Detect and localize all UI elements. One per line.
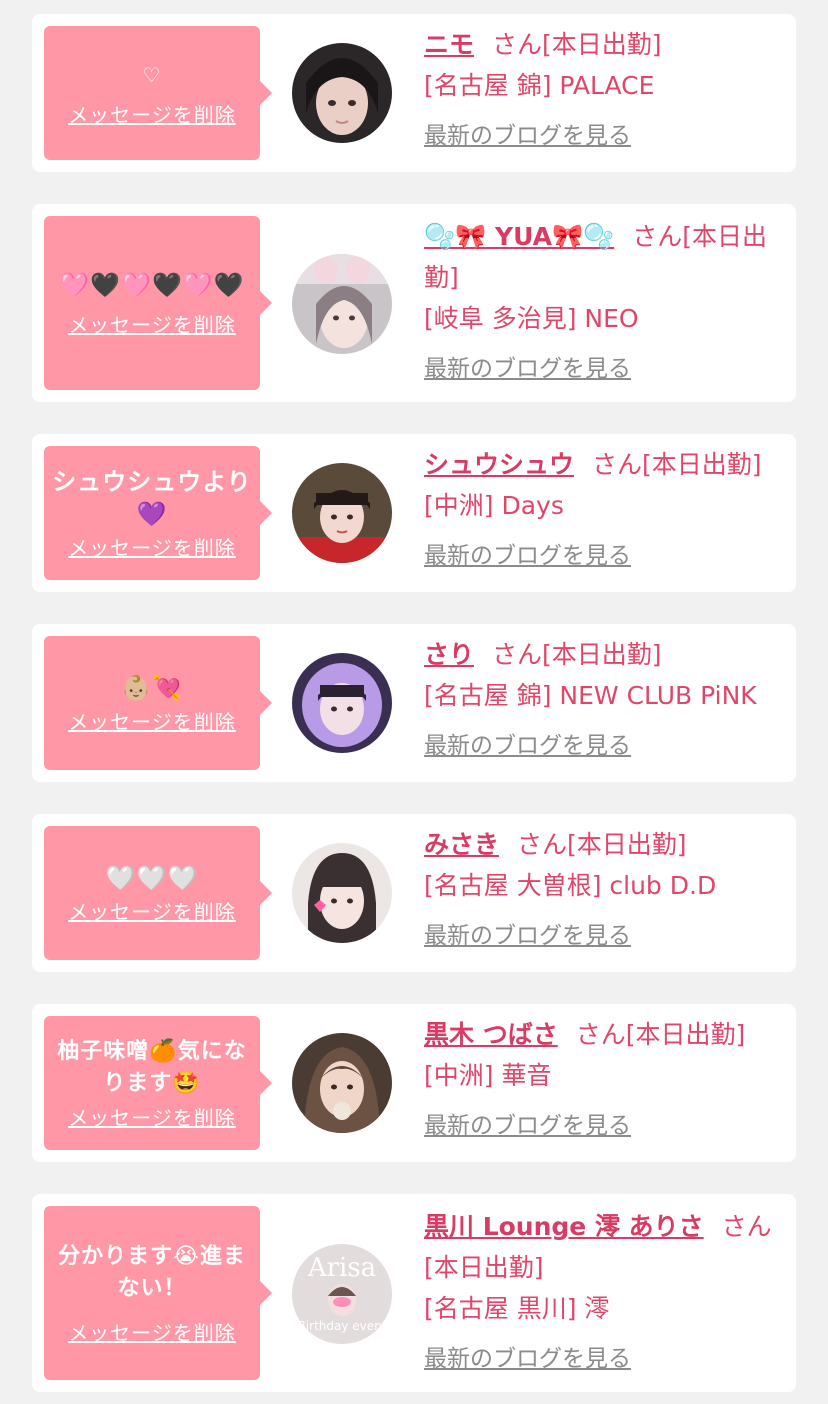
favorite-card: 🩷🖤🩷🖤🩷🖤 メッセージを削除 🫧🎀 YUA🎀🫧 さん[本日出勤] [岐阜 多治見…: [32, 204, 796, 402]
message-text: ♡: [142, 62, 162, 87]
honorific: さん: [492, 640, 543, 669]
avatar-subtext: Birthday event: [298, 1319, 387, 1333]
message-bubble: ♡ メッセージを削除: [44, 26, 272, 160]
message-bubble: 分かります😭進ま ない！ メッセージを削除: [44, 1206, 272, 1380]
message-text: 🩷🖤🩷🖤🩷🖤: [59, 270, 245, 299]
latest-blog-link[interactable]: 最新のブログを見る: [424, 726, 631, 767]
avatar-photo: [292, 43, 392, 143]
cast-info: さり さん[本日出勤] [名古屋 錦] NEW CLUB PiNK 最新のブログを…: [424, 634, 782, 767]
cast-name-link[interactable]: 🫧🎀 YUA🎀🫧: [424, 222, 614, 251]
favorite-card: シュウシュウより 💜 メッセージを削除 シュウシュウ さん[本日出勤] [中洲] …: [32, 434, 796, 592]
avatar-photo: [292, 1033, 392, 1133]
name-line: 黒木 つばさ さん[本日出勤]: [424, 1014, 782, 1055]
honorific: さん: [517, 830, 568, 859]
cast-info: 黒川 Lounge 澪 ありさ さん [本日出勤] [名古屋 黒川] 澪 最新のブロ…: [424, 1206, 782, 1380]
message-bubble: 👶🏼💘 メッセージを削除: [44, 636, 272, 770]
work-status: [本日出勤]: [642, 450, 762, 479]
honorific: さん: [492, 30, 543, 59]
name-line: シュウシュウ さん[本日出勤]: [424, 444, 782, 485]
favorite-cast-list: ♡ メッセージを削除 ニモ さん[本日出勤] [名古屋 錦] PALACE 最新の…: [0, 0, 828, 1404]
cast-avatar[interactable]: [292, 1033, 392, 1133]
cast-name-link[interactable]: 黒木 つばさ: [424, 1020, 558, 1049]
favorite-card: 柚子味噌🍊気にな ります🤩 メッセージを削除 黒木 つばさ さん[本日出勤] [中…: [32, 1004, 796, 1162]
cast-info: 黒木 つばさ さん[本日出勤] [中洲] 華音 最新のブログを見る: [424, 1014, 782, 1147]
avatar-photo: [292, 843, 392, 943]
message-text: 柚子味噌🍊気にな ります🤩: [57, 1038, 247, 1096]
honorific: さん: [632, 222, 683, 251]
favorite-card: 分かります😭進ま ない！ メッセージを削除 Arisa Birthday eve…: [32, 1194, 796, 1392]
cast-name-link[interactable]: 黒川 Lounge 澪 ありさ: [424, 1212, 704, 1241]
latest-blog-link[interactable]: 最新のブログを見る: [424, 1339, 631, 1380]
message-bubble: 🩷🖤🩷🖤🩷🖤 メッセージを削除: [44, 216, 272, 390]
favorite-card: 🤍🤍🤍 メッセージを削除 みさき さん[本日出勤] [名古屋 大曽根] club …: [32, 814, 796, 972]
cast-name-link[interactable]: さり: [424, 640, 474, 669]
message-bubble: 🤍🤍🤍 メッセージを削除: [44, 826, 272, 960]
latest-blog-link[interactable]: 最新のブログを見る: [424, 116, 631, 157]
latest-blog-link[interactable]: 最新のブログを見る: [424, 536, 631, 577]
cast-avatar[interactable]: [292, 463, 392, 563]
favorite-card: 👶🏼💘 メッセージを削除 さり さん[本日出勤] [名古屋 錦] NEW CLUB…: [32, 624, 796, 782]
cast-name-link[interactable]: みさき: [424, 830, 499, 859]
cast-info: ニモ さん[本日出勤] [名古屋 錦] PALACE 最新のブログを見る: [424, 24, 782, 157]
message-text: 分かります😭進ま ない！: [58, 1243, 246, 1301]
latest-blog-link[interactable]: 最新のブログを見る: [424, 349, 631, 390]
cast-info: シュウシュウ さん[本日出勤] [中洲] Days 最新のブログを見る: [424, 444, 782, 577]
avatar-text: Arisa: [307, 1253, 376, 1283]
delete-message-link[interactable]: メッセージを削除: [68, 896, 236, 925]
name-line: 🫧🎀 YUA🎀🫧 さん[本日出勤]: [424, 216, 782, 298]
delete-message-link[interactable]: メッセージを削除: [68, 309, 236, 338]
cast-info: みさき さん[本日出勤] [名古屋 大曽根] club D.D 最新のブログを見る: [424, 824, 782, 957]
cast-avatar[interactable]: Arisa Birthday event: [292, 1244, 392, 1344]
delete-message-link[interactable]: メッセージを削除: [68, 99, 236, 128]
store-name: [名古屋 錦] NEW CLUB PiNK: [424, 681, 757, 710]
cast-avatar[interactable]: [292, 254, 392, 354]
message-bubble: 柚子味噌🍊気にな ります🤩 メッセージを削除: [44, 1016, 272, 1150]
work-status: [本日出勤]: [542, 640, 662, 669]
delete-message-link[interactable]: メッセージを削除: [68, 532, 236, 561]
honorific: さん: [721, 1212, 772, 1241]
name-line: みさき さん[本日出勤]: [424, 824, 782, 865]
honorific: さん: [575, 1020, 626, 1049]
cast-info: 🫧🎀 YUA🎀🫧 さん[本日出勤] [岐阜 多治見] NEO 最新のブログを見る: [424, 216, 782, 390]
store-name: [中洲] 華音: [424, 1061, 552, 1090]
cast-name-link[interactable]: シュウシュウ: [424, 450, 574, 479]
message-bubble: シュウシュウより 💜 メッセージを削除: [44, 446, 272, 580]
store-name: [中洲] Days: [424, 491, 564, 520]
store-name: [名古屋 黒川] 澪: [424, 1294, 610, 1323]
delete-message-link[interactable]: メッセージを削除: [68, 706, 236, 735]
delete-message-link[interactable]: メッセージを削除: [68, 1102, 236, 1131]
avatar-photo: [292, 653, 392, 753]
avatar-photo: [292, 463, 392, 563]
latest-blog-link[interactable]: 最新のブログを見る: [424, 1106, 631, 1147]
favorite-card: ♡ メッセージを削除 ニモ さん[本日出勤] [名古屋 錦] PALACE 最新の…: [32, 14, 796, 172]
message-text: 👶🏼💘: [121, 673, 183, 702]
delete-message-link[interactable]: メッセージを削除: [68, 1317, 236, 1346]
work-status: [本日出勤]: [542, 30, 662, 59]
message-text: シュウシュウより 💜: [52, 467, 252, 528]
store-name: [名古屋 大曽根] club D.D: [424, 871, 717, 900]
name-line: さり さん[本日出勤]: [424, 634, 782, 675]
avatar-photo: [292, 254, 392, 354]
cast-avatar[interactable]: [292, 843, 392, 943]
store-name: [岐阜 多治見] NEO: [424, 304, 639, 333]
cast-name-link[interactable]: ニモ: [424, 30, 474, 59]
name-line: ニモ さん[本日出勤]: [424, 24, 782, 65]
store-name: [名古屋 錦] PALACE: [424, 71, 655, 100]
name-line: 黒川 Lounge 澪 ありさ さん [本日出勤]: [424, 1206, 782, 1288]
work-status: [本日出勤]: [567, 830, 687, 859]
message-text: 🤍🤍🤍: [105, 863, 199, 892]
avatar-photo: Arisa Birthday event: [292, 1244, 392, 1344]
cast-avatar[interactable]: [292, 43, 392, 143]
honorific: さん: [592, 450, 643, 479]
cast-avatar[interactable]: [292, 653, 392, 753]
work-status: [本日出勤]: [625, 1020, 746, 1049]
latest-blog-link[interactable]: 最新のブログを見る: [424, 916, 631, 957]
work-status: [本日出勤]: [424, 1253, 544, 1282]
